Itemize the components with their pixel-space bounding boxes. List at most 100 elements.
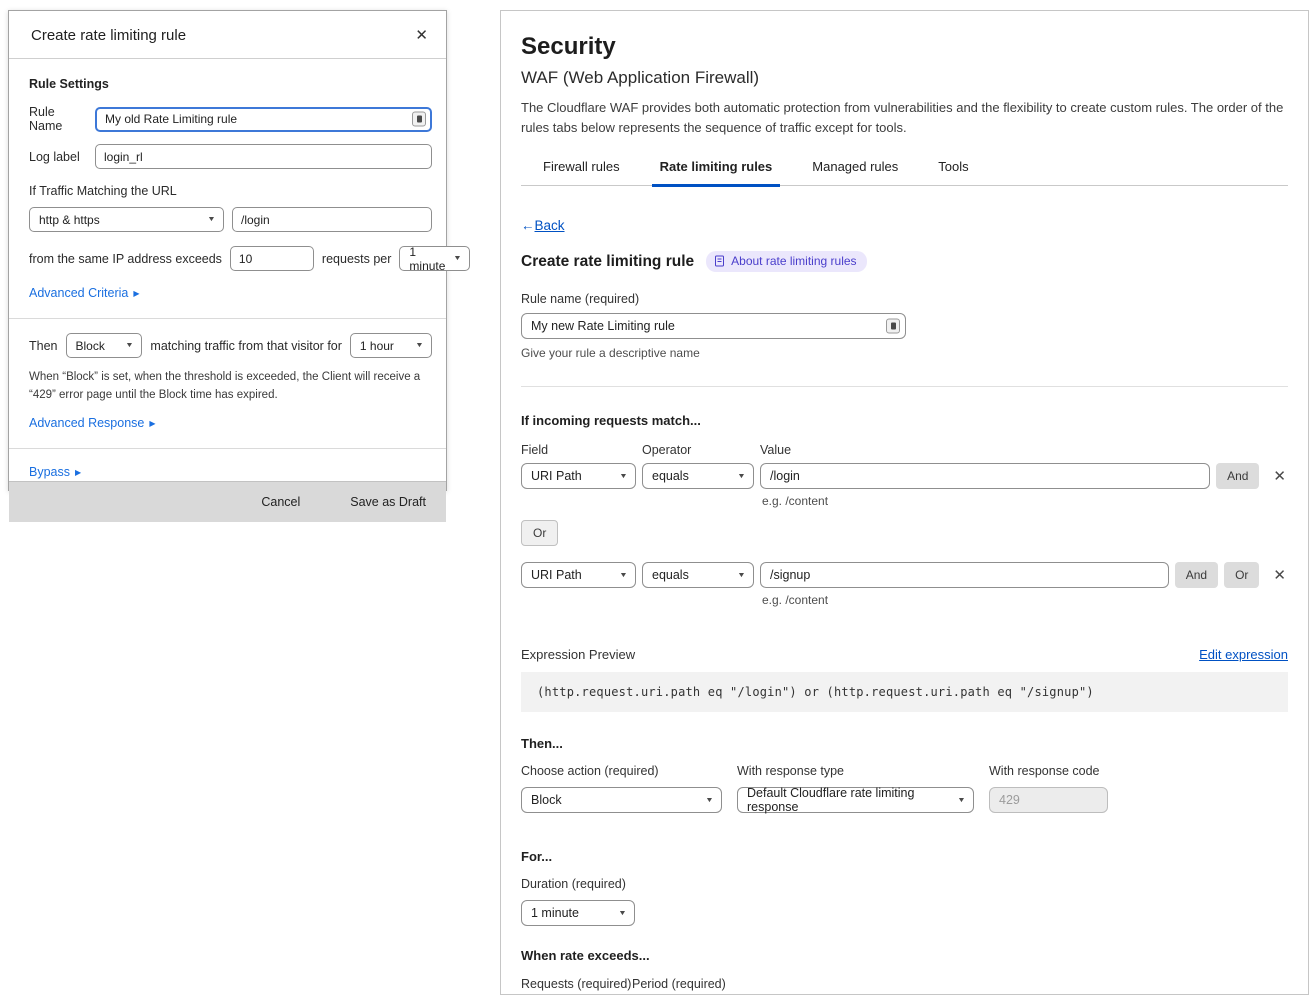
expression-preview-label: Expression Preview: [521, 647, 635, 662]
block-help-text: When “Block” is set, when the threshold …: [29, 369, 432, 405]
choose-action-label: Choose action (required): [521, 764, 722, 778]
tab-rate-limiting-rules[interactable]: Rate limiting rules: [652, 153, 781, 187]
rate-exceeds-heading: When rate exceeds...: [521, 948, 1288, 963]
period-select[interactable]: 1 minute: [399, 246, 470, 271]
scheme-select[interactable]: http & https: [29, 207, 224, 232]
scheme-select-value: http & https: [39, 213, 100, 227]
create-rate-limiting-rule-dialog: Create rate limiting rule ✕ Rule Setting…: [8, 10, 447, 491]
dialog-footer: Cancel Save as Draft: [9, 481, 446, 522]
advanced-response-link[interactable]: Advanced Response: [29, 416, 156, 430]
document-icon: [714, 255, 725, 267]
response-code-column: With response code: [989, 764, 1108, 813]
then-label: Then: [29, 339, 58, 353]
autofill-extension-icon[interactable]: [412, 112, 426, 127]
rule-name-label: Rule name (required): [521, 292, 1288, 306]
about-rate-limiting-badge[interactable]: About rate limiting rules: [706, 251, 866, 272]
rate-labels-row: Requests (required) Period (required): [521, 977, 1288, 991]
ban-duration-select[interactable]: 1 hour: [350, 333, 432, 358]
response-type-select[interactable]: Default Cloudflare rate limiting respons…: [737, 787, 974, 813]
response-code-input: [989, 787, 1108, 813]
action-select[interactable]: Block: [66, 333, 143, 358]
divider: [521, 386, 1288, 387]
back-label: Back: [535, 218, 565, 233]
rule-name-input[interactable]: [521, 313, 906, 339]
expression-preview-code: (http.request.uri.path eq "/login") or (…: [521, 672, 1288, 712]
advanced-criteria-link[interactable]: Advanced Criteria: [29, 286, 140, 300]
action-column: Choose action (required) Block: [521, 764, 722, 813]
then-row: Then Block matching traffic from that vi…: [29, 333, 432, 358]
threshold-row: from the same IP address exceeds request…: [29, 246, 432, 271]
and-button[interactable]: And: [1175, 562, 1218, 588]
rule-name-input[interactable]: [95, 107, 432, 132]
response-type-value: Default Cloudflare rate limiting respons…: [747, 786, 949, 814]
back-link[interactable]: ←Back: [521, 218, 565, 233]
tab-tools[interactable]: Tools: [930, 153, 976, 187]
value-hint: e.g. /content: [762, 593, 1288, 607]
then-middle-text: matching traffic from that visitor for: [150, 339, 342, 353]
field-select[interactable]: URI Path: [521, 562, 636, 588]
form-title: Create rate limiting rule: [521, 253, 694, 271]
autofill-extension-icon[interactable]: [886, 319, 900, 334]
rule-name-field-wrap: [95, 107, 432, 132]
cancel-button[interactable]: Cancel: [257, 493, 304, 511]
close-icon[interactable]: ✕: [413, 26, 430, 45]
value-hint: e.g. /content: [762, 494, 1288, 508]
security-waf-panel: Security WAF (Web Application Firewall) …: [500, 10, 1309, 995]
and-button[interactable]: And: [1216, 463, 1259, 489]
operator-select[interactable]: equals: [642, 463, 754, 489]
remove-condition-icon[interactable]: ✕: [1271, 467, 1288, 485]
threshold-input[interactable]: [230, 246, 314, 271]
field-select-value: URI Path: [531, 469, 582, 483]
rule-name-row: Rule Name: [29, 105, 432, 133]
edit-expression-link[interactable]: Edit expression: [1199, 647, 1288, 662]
field-column-label: Field: [521, 443, 636, 457]
operator-select-value: equals: [652, 469, 689, 483]
operator-select[interactable]: equals: [642, 562, 754, 588]
response-type-label: With response type: [737, 764, 974, 778]
condition-row: URI Path equals And ✕: [521, 463, 1288, 489]
tab-firewall-rules[interactable]: Firewall rules: [535, 153, 628, 187]
then-heading: Then...: [521, 736, 1288, 751]
for-heading: For...: [521, 849, 1288, 864]
log-label-input[interactable]: [95, 144, 432, 169]
or-button[interactable]: Or: [1224, 562, 1259, 588]
operator-select-value: equals: [652, 568, 689, 582]
url-match-row: http & https: [29, 207, 432, 232]
dialog-header: Create rate limiting rule ✕: [9, 11, 446, 59]
traffic-match-heading: If Traffic Matching the URL: [29, 184, 432, 198]
or-button[interactable]: Or: [521, 520, 558, 546]
waf-tabs: Firewall rules Rate limiting rules Manag…: [521, 153, 1288, 186]
dialog-title: Create rate limiting rule: [31, 27, 186, 44]
expression-preview-row: Expression Preview Edit expression: [521, 647, 1288, 662]
divider: [9, 448, 446, 449]
action-select-value: Block: [76, 339, 105, 353]
rule-settings-heading: Rule Settings: [29, 77, 432, 91]
period-label: Period (required): [632, 977, 726, 991]
condition-row: URI Path equals And Or ✕: [521, 562, 1288, 588]
duration-stack: Duration (required) 1 minute: [521, 877, 1288, 926]
condition-header-row: Field Operator Value: [521, 443, 1288, 457]
field-select-value: URI Path: [531, 568, 582, 582]
form-title-row: Create rate limiting rule About rate lim…: [521, 251, 1288, 272]
action-select[interactable]: Block: [521, 787, 722, 813]
tab-managed-rules[interactable]: Managed rules: [804, 153, 906, 187]
url-input[interactable]: [232, 207, 432, 232]
period-select-value: 1 minute: [409, 245, 445, 273]
response-code-label: With response code: [989, 764, 1108, 778]
url-field-wrap: [232, 207, 432, 232]
log-label-label: Log label: [29, 150, 87, 164]
save-as-draft-button[interactable]: Save as Draft: [346, 493, 430, 511]
then-columns: Choose action (required) Block With resp…: [521, 764, 1288, 813]
operator-column-label: Operator: [642, 443, 754, 457]
divider: [9, 318, 446, 319]
rule-name-help: Give your rule a descriptive name: [521, 346, 1288, 360]
remove-condition-icon[interactable]: ✕: [1271, 566, 1288, 584]
page-subtitle: WAF (Web Application Firewall): [521, 68, 1288, 88]
field-select[interactable]: URI Path: [521, 463, 636, 489]
requests-label: Requests (required): [521, 977, 632, 991]
bypass-link[interactable]: Bypass: [29, 465, 81, 479]
value-input[interactable]: [760, 463, 1210, 489]
duration-select[interactable]: 1 minute: [521, 900, 635, 926]
value-input[interactable]: [760, 562, 1169, 588]
value-column-label: Value: [760, 443, 791, 457]
